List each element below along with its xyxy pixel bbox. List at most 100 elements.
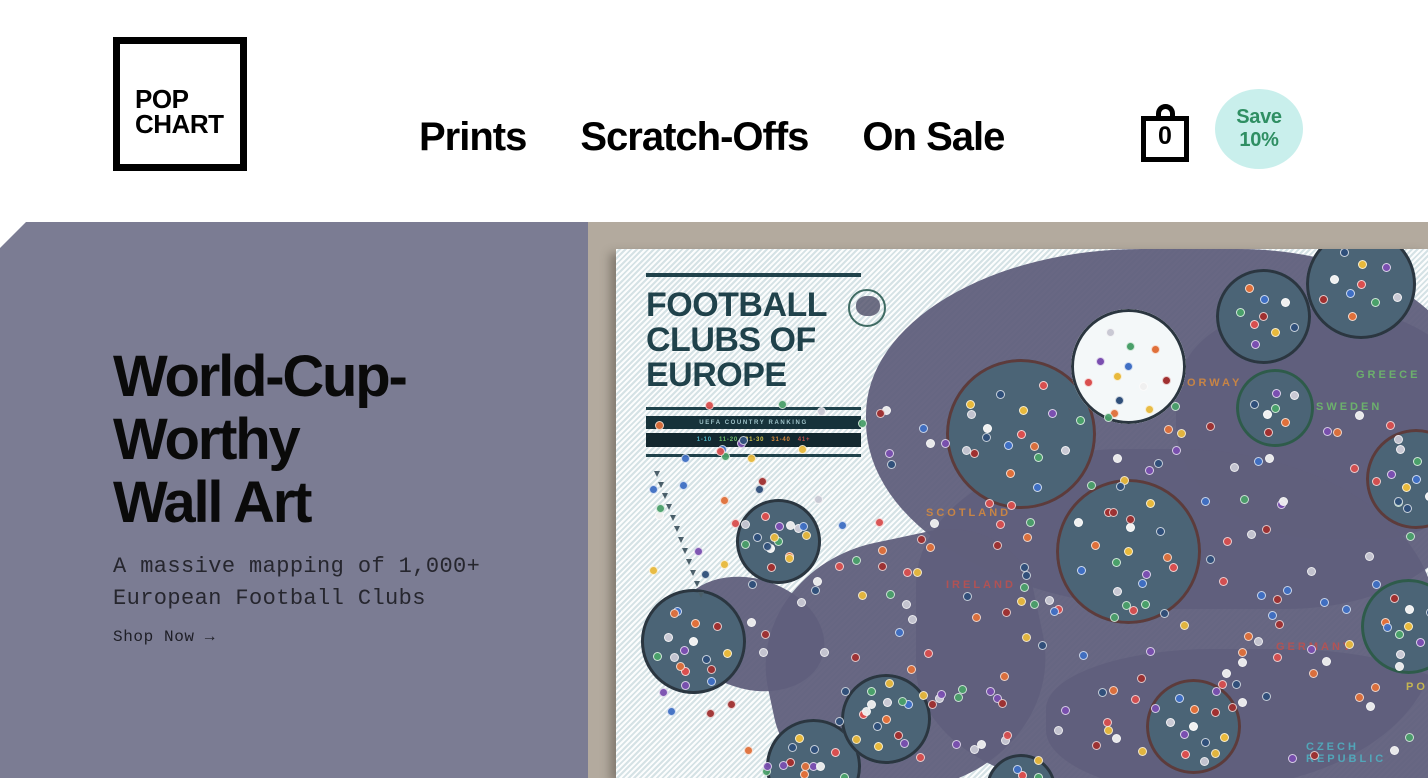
club-crest — [1390, 594, 1399, 603]
cart-button[interactable]: 0 — [1141, 104, 1193, 162]
club-crest — [883, 698, 892, 707]
hero-poster-panel[interactable]: NORWAYSWEDENSCOTLANDIRELANDGERMANYPOLAND… — [588, 222, 1428, 778]
club-crest — [1181, 750, 1190, 759]
club-crest — [1061, 706, 1070, 715]
club-crest — [1113, 587, 1122, 596]
club-crest — [1189, 722, 1198, 731]
club-crest — [954, 693, 963, 702]
club-crest — [1124, 362, 1133, 371]
club-crest — [1190, 705, 1199, 714]
club-crest — [1283, 586, 1292, 595]
club-crest — [1030, 442, 1039, 451]
club-crest — [1156, 527, 1165, 536]
globe-icon — [848, 289, 886, 327]
club-crest — [1279, 497, 1288, 506]
club-crest — [831, 748, 840, 757]
club-crest — [1022, 571, 1031, 580]
divider — [646, 273, 861, 277]
club-crest — [1395, 662, 1404, 671]
club-crest — [924, 649, 933, 658]
club-crest — [1340, 249, 1349, 257]
club-crest — [1396, 650, 1405, 659]
club-crest — [1350, 464, 1359, 473]
club-crest — [1180, 621, 1189, 630]
save-badge[interactable]: Save 10% — [1215, 89, 1303, 169]
club-crest — [797, 598, 806, 607]
nav-item-prints[interactable]: Prints — [419, 108, 526, 166]
club-crest — [691, 619, 700, 628]
nav-item-on-sale[interactable]: On Sale — [862, 108, 1004, 166]
club-crest — [838, 521, 847, 530]
club-crest — [1236, 308, 1245, 317]
club-crest — [1310, 751, 1319, 760]
magnifier-circle — [841, 674, 931, 764]
club-crest — [702, 655, 711, 664]
nav-item-scratch-offs[interactable]: Scratch-Offs — [580, 108, 808, 166]
site-header: POP CHART Prints Scratch-Offs On Sale 0 … — [0, 0, 1428, 222]
club-crest — [840, 773, 849, 778]
magnifier-circle — [1236, 369, 1314, 447]
club-crest — [1017, 430, 1026, 439]
club-crest — [1240, 495, 1249, 504]
club-crest — [1077, 566, 1086, 575]
club-crest — [1281, 418, 1290, 427]
club-crest — [1163, 553, 1172, 562]
club-crest — [1019, 406, 1028, 415]
shop-now-link[interactable]: Shop Now → — [113, 628, 215, 646]
arrow-dash — [666, 504, 672, 510]
arrow-dash — [698, 592, 704, 598]
poster-image[interactable]: NORWAYSWEDENSCOTLANDIRELANDGERMANYPOLAND… — [616, 249, 1428, 778]
club-crest — [873, 722, 882, 731]
club-crest — [817, 407, 826, 416]
club-crest — [727, 700, 736, 709]
club-crest — [1142, 570, 1151, 579]
club-crest — [1034, 756, 1043, 765]
club-crest — [1211, 749, 1220, 758]
club-crest — [1050, 607, 1059, 616]
arrow-dash — [662, 493, 668, 499]
club-crest — [1104, 413, 1113, 422]
club-crest — [1131, 695, 1140, 704]
club-crest — [1262, 525, 1271, 534]
logo[interactable]: POP CHART — [113, 37, 247, 171]
club-crest — [1404, 622, 1413, 631]
club-crest — [1403, 504, 1412, 513]
club-crest — [802, 531, 811, 540]
club-crest — [874, 742, 883, 751]
cart-count: 0 — [1141, 122, 1189, 151]
club-crest — [667, 707, 676, 716]
club-crest — [996, 390, 1005, 399]
club-crest — [763, 542, 772, 551]
club-crest — [1104, 726, 1113, 735]
club-crest — [875, 518, 884, 527]
club-crest — [723, 649, 732, 658]
country-label: IRELAND — [946, 579, 1016, 591]
club-crest — [694, 547, 703, 556]
club-crest — [795, 734, 804, 743]
club-crest — [1272, 389, 1281, 398]
club-crest — [895, 628, 904, 637]
club-crest — [1146, 499, 1155, 508]
club-crest — [1006, 469, 1015, 478]
club-crest — [1402, 483, 1411, 492]
club-crest — [993, 541, 1002, 550]
club-crest — [1281, 298, 1290, 307]
club-crest — [986, 687, 995, 696]
country-label: POLAND — [1406, 681, 1428, 693]
poster-subtitle: UEFA COUNTRY RANKING — [699, 420, 807, 426]
club-crest — [1366, 702, 1375, 711]
club-crest — [1113, 372, 1122, 381]
club-crest — [1307, 645, 1316, 654]
club-crest — [767, 563, 776, 572]
club-crest — [820, 648, 829, 657]
club-crest — [926, 543, 935, 552]
dashed-arrow-icon — [654, 471, 714, 601]
page-root: POP CHART Prints Scratch-Offs On Sale 0 … — [0, 0, 1428, 778]
club-crest — [1087, 481, 1096, 490]
club-crest — [1263, 410, 1272, 419]
country-label: SWEDEN — [1316, 401, 1382, 413]
divider — [646, 407, 861, 410]
club-crest — [1109, 686, 1118, 695]
club-crest — [1260, 295, 1269, 304]
club-crest — [670, 653, 679, 662]
